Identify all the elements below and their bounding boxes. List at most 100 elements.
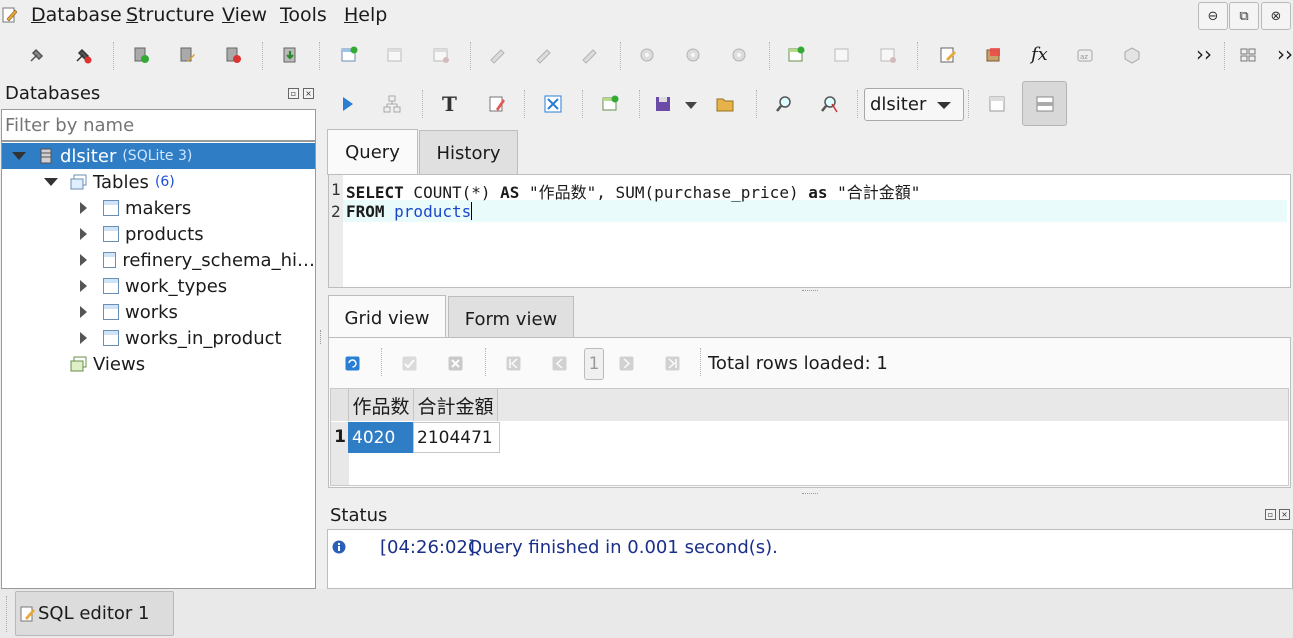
edit-index-icon[interactable]	[535, 46, 553, 64]
menu-database[interactable]: Database	[31, 4, 122, 26]
refresh-icon[interactable]	[345, 356, 360, 371]
undock-icon[interactable]: ▫	[288, 88, 299, 99]
chevron-down-icon	[937, 102, 951, 109]
column-header[interactable]: 作品数	[349, 389, 414, 421]
database-select[interactable]: dlsiter	[864, 88, 964, 121]
create-trigger-icon[interactable]	[638, 46, 656, 64]
tree-item-table[interactable]: makers	[2, 195, 315, 221]
page-number[interactable]: 1	[584, 348, 604, 380]
database-tree: dlsiter (SQLite 3) Tables (6) makers pro…	[1, 141, 316, 589]
window-taskbar	[0, 589, 1293, 638]
collapse-icon[interactable]	[12, 152, 26, 160]
expand-icon[interactable]	[80, 332, 87, 344]
edit-database-icon[interactable]	[178, 46, 196, 64]
delete-table-icon[interactable]	[432, 46, 450, 64]
create-index-icon[interactable]	[489, 46, 507, 64]
menu-view[interactable]: View	[222, 4, 267, 26]
tab-form-view[interactable]: Form view	[448, 296, 574, 341]
tile-windows-icon[interactable]	[1239, 46, 1257, 64]
menu-structure[interactable]: Structure	[126, 4, 214, 26]
edit-view-icon[interactable]	[833, 46, 851, 64]
edit-trigger-icon[interactable]	[684, 46, 702, 64]
execute-icon[interactable]	[341, 96, 355, 112]
horizontal-splitter[interactable]	[802, 493, 818, 496]
previous-page-icon[interactable]	[552, 356, 567, 371]
rollback-icon[interactable]	[448, 356, 463, 371]
expand-icon[interactable]	[80, 228, 87, 240]
tree-item-table[interactable]: refinery_schema_hi…	[2, 247, 315, 273]
tree-item-table[interactable]: products	[2, 221, 315, 247]
next-page-icon[interactable]	[619, 356, 634, 371]
menu-tools[interactable]: Tools	[280, 4, 327, 26]
function-editor-icon[interactable]: fx	[1031, 44, 1048, 65]
more-toolbar-button[interactable]: ››	[1196, 42, 1212, 66]
open-sql-editor-icon[interactable]	[939, 46, 957, 64]
delete-view-icon[interactable]	[879, 46, 897, 64]
find-replace-icon[interactable]	[820, 95, 838, 113]
format-sql-icon[interactable]: T	[442, 92, 457, 116]
commit-icon[interactable]	[402, 356, 417, 371]
tree-item-tables[interactable]: Tables (6)	[2, 169, 315, 195]
connect-icon[interactable]	[28, 46, 46, 64]
show-history-icon[interactable]	[544, 95, 562, 113]
more-toolbar-button-2[interactable]: ››	[1277, 42, 1293, 66]
tree-item-table[interactable]: work_types	[2, 273, 315, 299]
undock-icon[interactable]: ▫	[1265, 509, 1276, 520]
close-dock-icon[interactable]: ×	[1279, 509, 1290, 520]
collation-editor-icon[interactable]: az	[1076, 46, 1094, 64]
close-dock-icon[interactable]: ×	[303, 88, 314, 99]
create-view-from-query-icon[interactable]	[601, 95, 619, 113]
result-below-icon[interactable]	[989, 96, 1005, 112]
delete-index-icon[interactable]	[581, 46, 599, 64]
expand-icon[interactable]	[80, 254, 87, 266]
first-page-icon[interactable]	[506, 356, 521, 371]
corner-cell[interactable]	[331, 389, 349, 421]
taskbar-sql-editor[interactable]: SQL editor 1	[15, 591, 174, 636]
extension-manager-icon[interactable]	[1123, 46, 1141, 64]
filter-input[interactable]	[1, 109, 316, 141]
expand-icon[interactable]	[80, 280, 87, 292]
find-icon[interactable]	[775, 95, 793, 113]
create-table-icon[interactable]	[340, 46, 358, 64]
grid-cell[interactable]: 2104471	[413, 422, 500, 453]
tree-item-table[interactable]: works_in_product	[2, 325, 315, 351]
tab-history[interactable]: History	[419, 130, 518, 175]
last-page-icon[interactable]	[665, 356, 680, 371]
tree-item-database[interactable]: dlsiter (SQLite 3)	[2, 143, 315, 169]
collapse-icon[interactable]	[44, 178, 58, 186]
close-button[interactable]: ⊗	[1261, 2, 1291, 30]
database-type: (SQLite 3)	[122, 148, 193, 164]
export-icon[interactable]	[985, 46, 1003, 64]
minimize-button[interactable]: ⊖	[1198, 2, 1228, 30]
save-sql-icon[interactable]	[655, 96, 671, 112]
result-in-tab-button[interactable]	[1022, 81, 1067, 126]
horizontal-splitter[interactable]	[802, 290, 818, 293]
expand-icon[interactable]	[80, 306, 87, 318]
close-icon: ⊗	[1270, 8, 1282, 24]
explain-icon[interactable]	[383, 95, 401, 113]
open-sql-file-icon[interactable]	[716, 96, 734, 112]
column-header[interactable]: 合計金額	[414, 389, 498, 421]
tab-query[interactable]: Query	[327, 129, 418, 175]
vertical-splitter[interactable]	[320, 330, 322, 344]
row-header[interactable]: 1	[331, 422, 349, 453]
disconnect-icon[interactable]	[74, 46, 92, 64]
restore-button[interactable]: ⧉	[1229, 2, 1259, 30]
create-view-icon[interactable]	[787, 46, 805, 64]
menu-help[interactable]: Help	[344, 4, 387, 26]
database-name: dlsiter	[60, 145, 117, 167]
expand-icon[interactable]	[80, 202, 87, 214]
remove-database-icon[interactable]	[224, 46, 242, 64]
table-icon	[103, 330, 119, 346]
sql-editor[interactable]: 1 2 SELECT COUNT(*) AS "作品数", SUM(purcha…	[328, 174, 1291, 288]
edit-table-icon[interactable]	[386, 46, 404, 64]
tab-grid-view[interactable]: Grid view	[328, 295, 446, 341]
import-icon[interactable]	[281, 46, 299, 64]
grid-cell[interactable]: 4020	[348, 422, 414, 453]
add-database-icon[interactable]	[132, 46, 150, 64]
save-dropdown-icon[interactable]	[685, 102, 697, 109]
tree-item-table[interactable]: works	[2, 299, 315, 325]
delete-trigger-icon[interactable]	[730, 46, 748, 64]
clear-editor-icon[interactable]	[488, 95, 506, 113]
tree-item-views[interactable]: Views	[2, 351, 315, 377]
